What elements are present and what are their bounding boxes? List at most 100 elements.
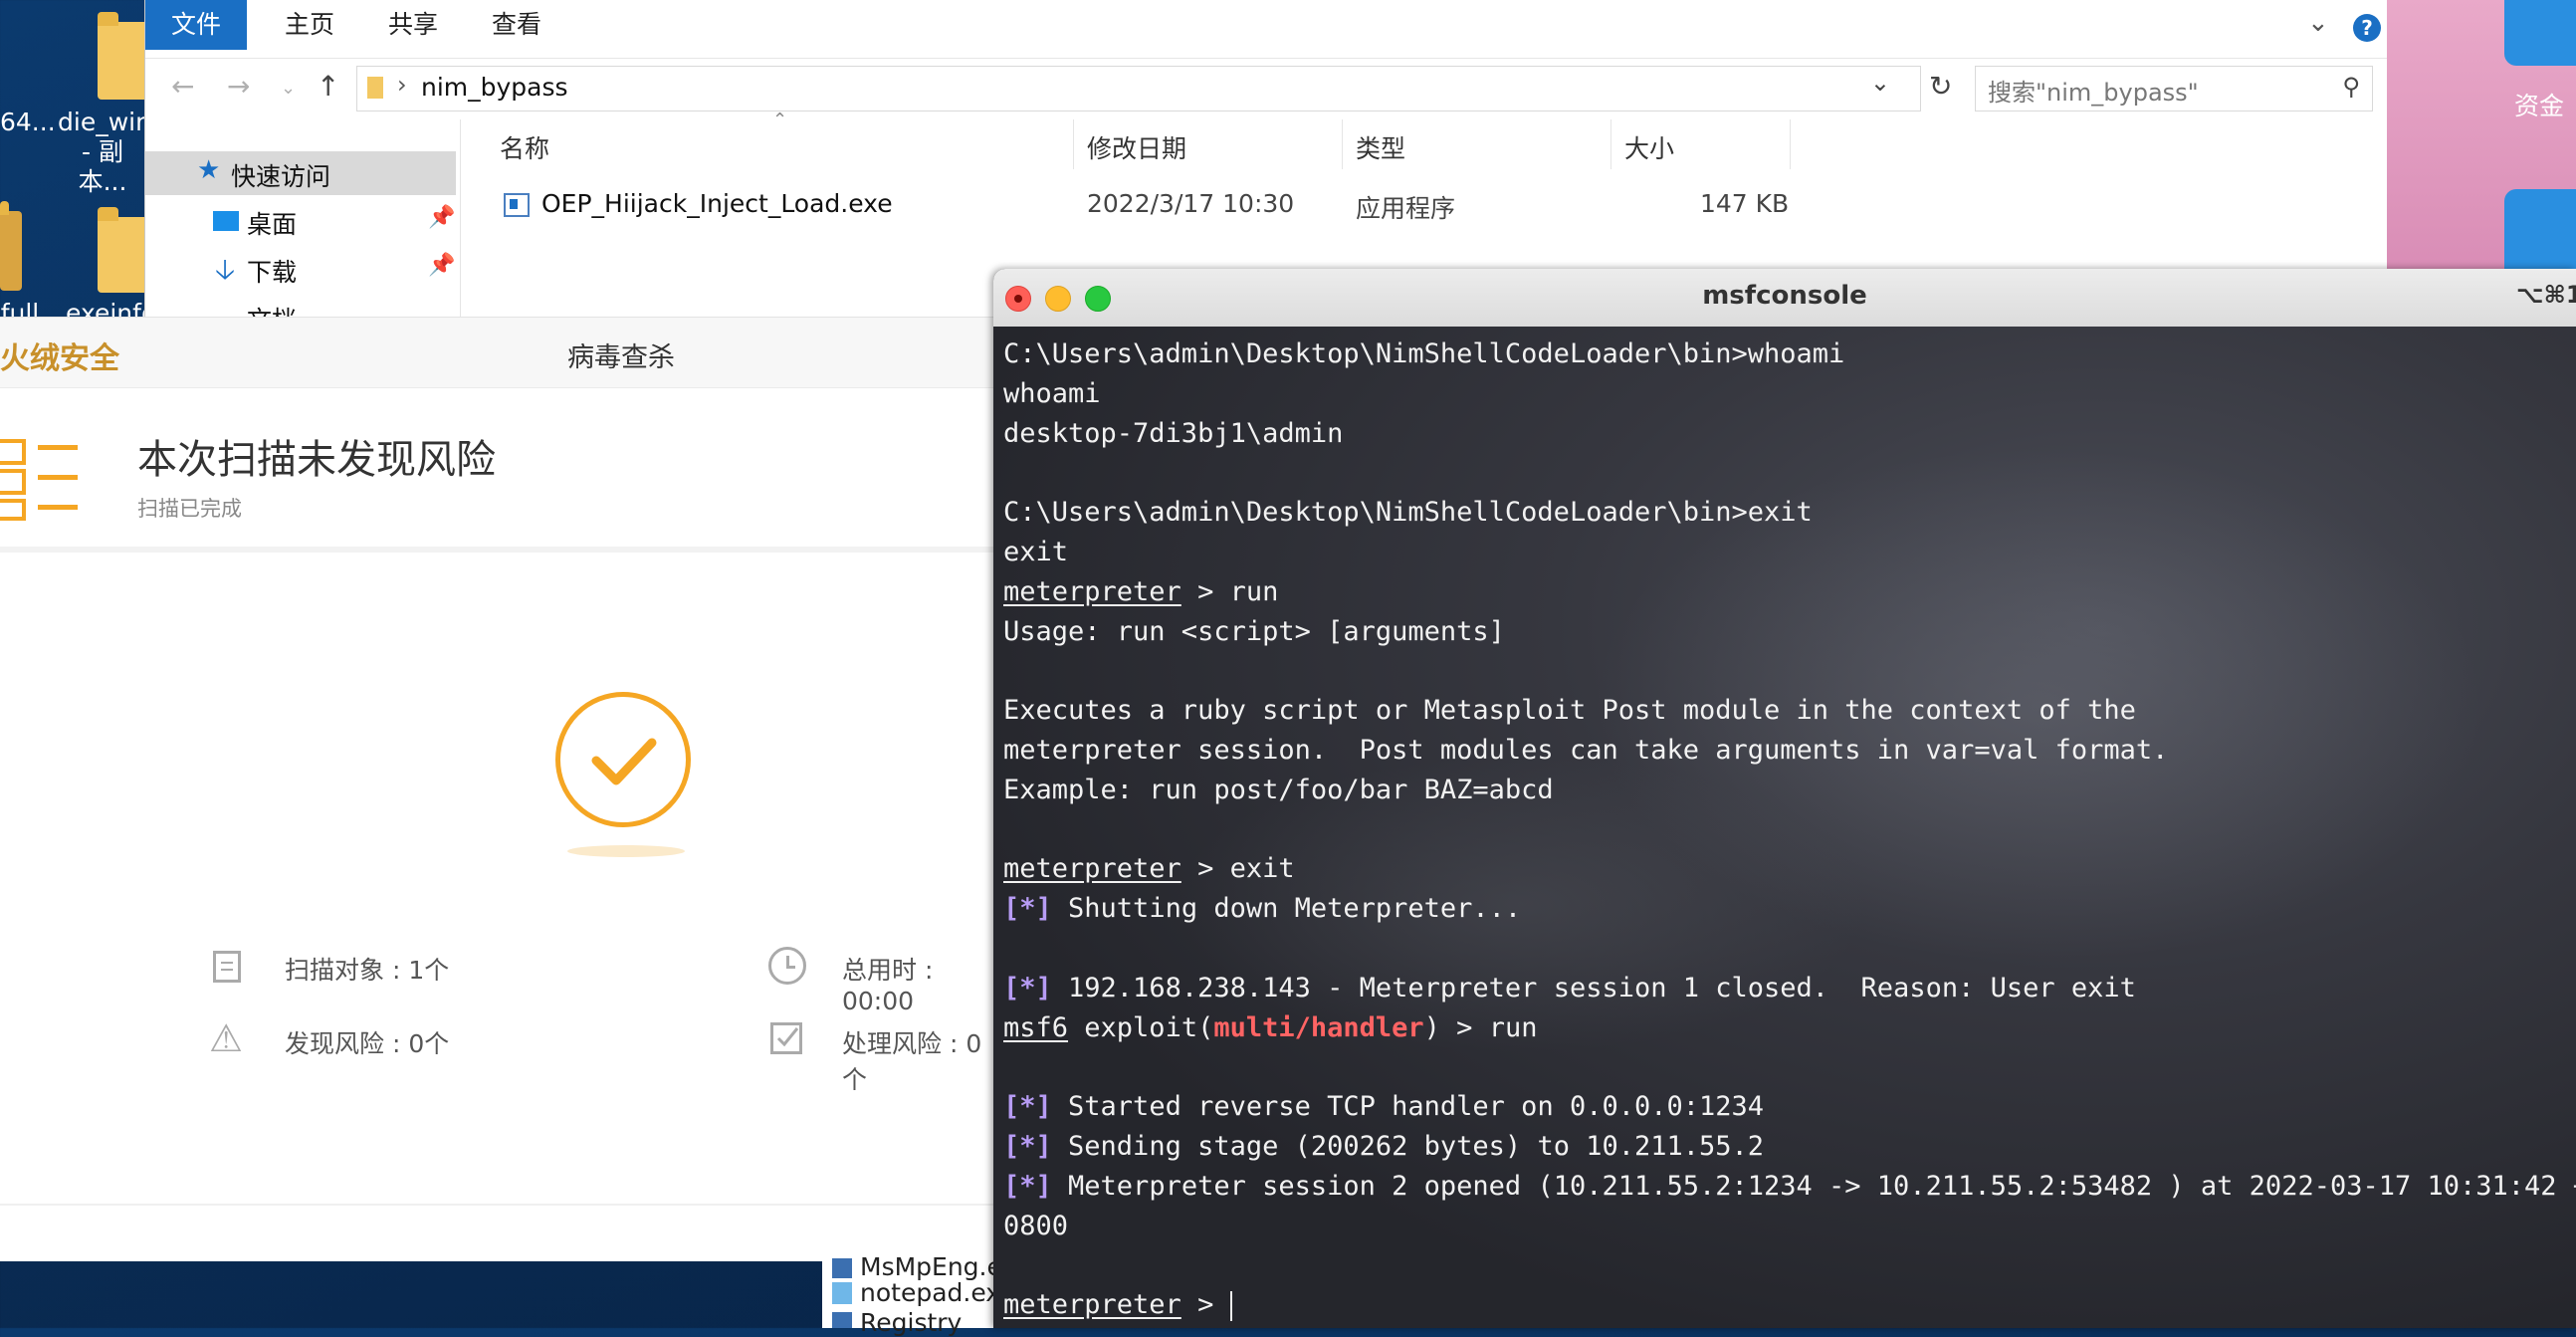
brand-logo: 火绒安全 bbox=[0, 341, 119, 376]
status-text: Sending stage (200262 bytes) to 10.211.5… bbox=[1051, 1130, 1765, 1162]
column-header-size[interactable]: 大小 bbox=[1624, 129, 1674, 165]
search-icon[interactable]: ⚲ bbox=[2342, 73, 2360, 101]
folder-icon bbox=[2504, 0, 2576, 66]
tab-home[interactable]: 主页 bbox=[285, 0, 334, 50]
desktop-icon-label: 64... bbox=[0, 108, 56, 136]
terminal-line: meterpreter > exit bbox=[1003, 849, 2566, 889]
clock-icon bbox=[768, 947, 806, 985]
terminal-line: meterpreter session. Post modules can ta… bbox=[1003, 734, 2169, 766]
breadcrumb-path[interactable]: nim_bypass bbox=[421, 73, 568, 102]
meterpreter-prompt: meterpreter bbox=[1003, 853, 1181, 885]
sidebar-item-desktop[interactable]: 桌面 📌 bbox=[145, 199, 456, 243]
result-headline: 本次扫描未发现风险 bbox=[137, 437, 496, 483]
terminal-output[interactable]: C:\Users\admin\Desktop\NimShellCodeLoade… bbox=[1003, 334, 2576, 1325]
status-marker: [*] bbox=[1003, 1130, 1052, 1162]
search-input[interactable]: 搜索"nim_bypass" ⚲ bbox=[1975, 66, 2373, 111]
check-shadow bbox=[567, 845, 685, 857]
status-text: 192.168.238.143 - Meterpreter session 1 … bbox=[1051, 972, 2136, 1003]
desktop-icon-64[interactable]: 64... bbox=[0, 108, 56, 137]
terminal-titlebar[interactable]: msfconsole ⌥⌘1 bbox=[993, 269, 2576, 328]
terminal-line: whoami bbox=[1003, 377, 1101, 409]
folder-icon bbox=[98, 12, 149, 100]
desktop-icon-die[interactable]: die_win - 副本... bbox=[58, 108, 151, 197]
sidebar-item-label: 快速访问 bbox=[231, 162, 331, 191]
tab-file[interactable]: 文件 bbox=[145, 0, 248, 50]
status-text: Shutting down Meterpreter... bbox=[1051, 893, 1522, 925]
column-header-name[interactable]: 名称 bbox=[500, 129, 549, 165]
column-header-type[interactable]: 类型 bbox=[1356, 129, 1405, 165]
folder-icon bbox=[2504, 189, 2576, 269]
doc-icon bbox=[213, 951, 241, 983]
terminal-title: msfconsole bbox=[1702, 281, 1867, 311]
warning-icon: ⚠ bbox=[209, 1016, 244, 1060]
command-text: ) > run bbox=[1423, 1011, 1538, 1043]
window-title: 病毒查杀 bbox=[567, 342, 675, 373]
column-divider[interactable] bbox=[1342, 119, 1343, 169]
ribbon: 文件 主页 共享 查看 ⌄ ? bbox=[145, 0, 2387, 59]
tab-share[interactable]: 共享 bbox=[388, 0, 438, 50]
shortcut-label: ⌥⌘1 bbox=[2516, 281, 2576, 309]
pin-icon[interactable]: 📌 bbox=[428, 205, 455, 230]
command-text: > exit bbox=[1181, 853, 1295, 885]
sort-indicator-icon: ⌃ bbox=[772, 110, 788, 130]
desktop-icon-sublabel: - 副本... bbox=[78, 137, 127, 196]
status-text: Started reverse TCP handler on 0.0.0.0:1… bbox=[1051, 1091, 1765, 1123]
navigation-pane: ★ 快速访问 桌面 📌 🡣 下载 📌 文档 bbox=[145, 119, 461, 329]
bottom-divider bbox=[0, 1204, 995, 1206]
refresh-icon[interactable]: ↻ bbox=[1929, 70, 1952, 103]
terminal-line: Usage: run <script> [arguments] bbox=[1003, 615, 1505, 647]
terminal-line: meterpreter > bbox=[1003, 1285, 2566, 1325]
terminal-line: msf6 exploit(multi/handler) > run bbox=[1003, 1008, 2566, 1048]
folder-icon bbox=[367, 77, 383, 99]
terminal-line: [*] Shutting down Meterpreter... bbox=[1003, 889, 2566, 929]
list-item[interactable]: notepad.exe bbox=[860, 1278, 1015, 1307]
ribbon-expand-chevron-icon[interactable]: ⌄ bbox=[2307, 8, 2329, 38]
forward-arrow-icon[interactable]: → bbox=[227, 70, 250, 103]
antivirus-titlebar: 火绒安全 病毒查杀 bbox=[0, 318, 995, 388]
status-marker: [*] bbox=[1003, 972, 1052, 1003]
terminal-line: Example: run post/foo/bar BAZ=abcd bbox=[1003, 774, 1554, 805]
column-divider[interactable] bbox=[1790, 119, 1791, 169]
desktop-icon-label: die_win bbox=[58, 108, 151, 136]
search-placeholder: 搜索"nim_bypass" bbox=[1988, 79, 2199, 107]
file-date: 2022/3/17 10:30 bbox=[1087, 189, 1295, 218]
terminal-line: [*] 192.168.238.143 - Meterpreter sessio… bbox=[1003, 969, 2566, 1008]
terminal-line: [*] Sending stage (200262 bytes) to 10.2… bbox=[1003, 1127, 2566, 1167]
address-box[interactable]: › nim_bypass ⌄ bbox=[356, 66, 1921, 111]
column-header-date[interactable]: 修改日期 bbox=[1087, 129, 1186, 165]
desktop-icon-funds[interactable]: 资金 bbox=[2514, 92, 2576, 121]
column-divider[interactable] bbox=[1073, 119, 1074, 169]
up-arrow-icon[interactable]: ↑ bbox=[317, 70, 339, 103]
help-icon[interactable]: ? bbox=[2353, 14, 2381, 42]
notepad-icon bbox=[832, 1282, 852, 1304]
back-arrow-icon[interactable]: ← bbox=[171, 70, 194, 103]
status-marker: [*] bbox=[1003, 1091, 1052, 1123]
sidebar-item-downloads[interactable]: 🡣 下载 📌 bbox=[145, 247, 456, 291]
result-list-icon bbox=[0, 435, 80, 521]
terminal-window: msfconsole ⌥⌘1 C:\Users\admin\Desktop\Ni… bbox=[993, 269, 2576, 1328]
column-divider[interactable] bbox=[1610, 119, 1611, 169]
tab-view[interactable]: 查看 bbox=[492, 0, 541, 50]
breadcrumb-chevron-icon: › bbox=[397, 71, 407, 99]
risks-handled-stat: 处理风险 : 0个 bbox=[842, 1029, 982, 1094]
success-check-icon bbox=[555, 692, 691, 827]
list-item[interactable]: Registry bbox=[860, 1308, 962, 1337]
sidebar-item-label: 桌面 bbox=[247, 210, 298, 239]
terminal-line: [*] Started reverse TCP handler on 0.0.0… bbox=[1003, 1087, 2566, 1127]
file-name[interactable]: OEP_Hiijack_Inject_Load.exe bbox=[541, 189, 893, 218]
recent-chevron-icon[interactable]: ⌄ bbox=[281, 78, 296, 99]
meterpreter-prompt: meterpreter bbox=[1003, 575, 1181, 607]
address-dropdown-chevron-icon[interactable]: ⌄ bbox=[1870, 69, 1890, 97]
sidebar-item-quick-access[interactable]: ★ 快速访问 bbox=[145, 151, 456, 195]
sidebar-item-label: 下载 bbox=[247, 258, 298, 287]
exploit-text: exploit( bbox=[1068, 1011, 1214, 1043]
pin-icon[interactable]: 📌 bbox=[428, 253, 455, 278]
scan-objects-stat: 扫描对象 : 1个 bbox=[285, 956, 450, 985]
desktop-folder-icon bbox=[213, 211, 239, 231]
command-text: > run bbox=[1181, 575, 1279, 607]
msf-prompt: msf6 bbox=[1003, 1011, 1069, 1043]
